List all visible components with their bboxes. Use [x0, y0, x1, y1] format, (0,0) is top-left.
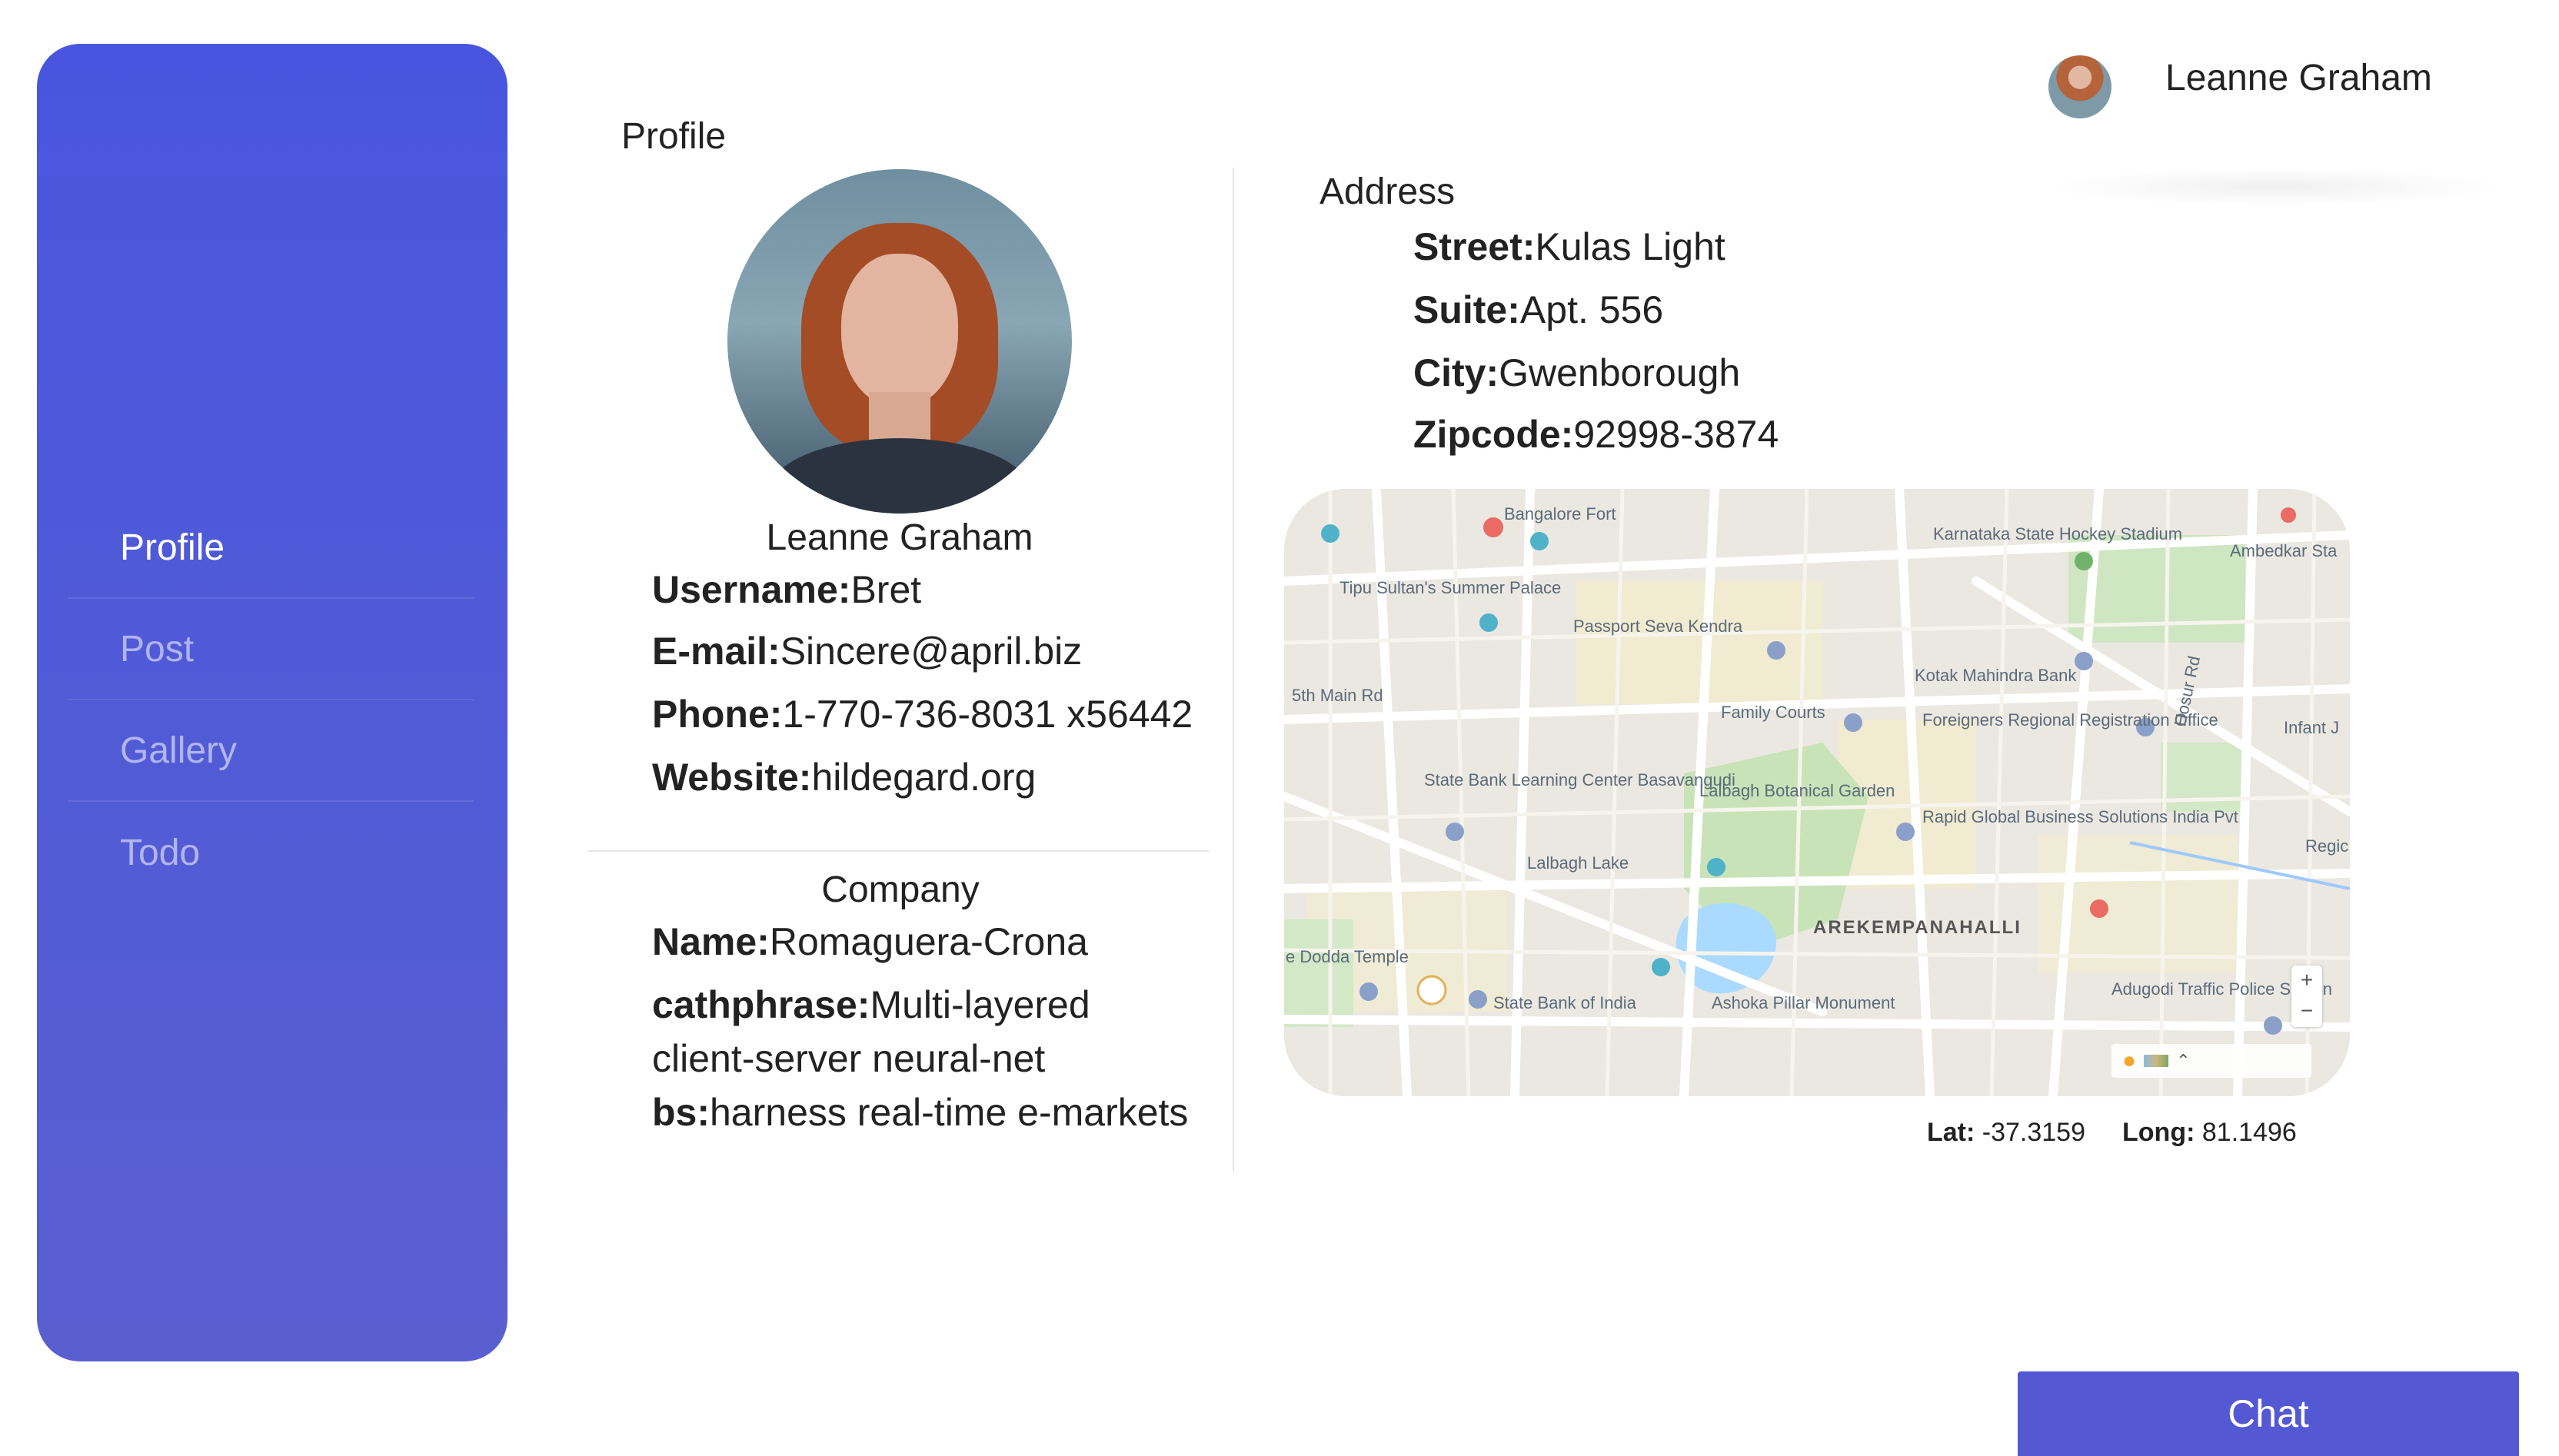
catchphrase-row-line2: client-server neural-net: [652, 1036, 1045, 1081]
street-value: Kulas Light: [1535, 225, 1725, 268]
zipcode-label: Zipcode:: [1413, 413, 1574, 456]
catchphrase-row: cathphrase:Multi-layered: [652, 982, 1090, 1027]
zipcode-value: 92998-3874: [1573, 413, 1779, 456]
avatar: [2048, 55, 2111, 118]
profile-photo: [727, 169, 1072, 514]
username-row: Username:Bret: [652, 567, 921, 612]
map-label: 5th Main Rd: [1292, 686, 1383, 705]
street-label: Street:: [1413, 225, 1536, 268]
map-label: Lalbagh Lake: [1527, 853, 1629, 873]
catchphrase-value-line2: client-server neural-net: [652, 1037, 1046, 1080]
map-zoom-control[interactable]: + −: [2291, 966, 2322, 1027]
map-canvas[interactable]: Bangalore Fort Tipu Sultan's Summer Pala…: [1284, 489, 2350, 1096]
map-label: Infant J: [2284, 718, 2339, 737]
map-label: Rapid Global Business Solutions India Pv…: [1922, 807, 2238, 826]
sidebar-item-gallery[interactable]: Gallery: [68, 700, 474, 802]
map-label: Passport Seva Kendra: [1573, 617, 1743, 636]
city-label: City:: [1413, 351, 1499, 394]
lat-label: Lat:: [1927, 1118, 1975, 1147]
website-label: Website:: [652, 756, 812, 799]
bs-value: harness real-time e-markets: [710, 1091, 1189, 1134]
map-label: Lalbagh Botanical Garden: [1699, 781, 1895, 800]
company-name-value: Romaguera-Crona: [769, 920, 1088, 963]
suite-value: Apt. 556: [1519, 288, 1664, 331]
map-label: Family Courts: [1721, 703, 1825, 722]
user-menu[interactable]: Leanne Graham: [2045, 51, 2522, 120]
address-section-title: Address: [1319, 171, 1456, 212]
username-value: Bret: [850, 568, 922, 611]
company-name-label: Name:: [652, 920, 770, 963]
email-row: E-mail:Sincere@april.biz: [652, 629, 1082, 673]
zipcode-row: Zipcode:92998-3874: [1413, 412, 1779, 457]
phone-value: 1-770-736-8031 x56442: [782, 693, 1193, 736]
username-label: Username:: [652, 568, 851, 611]
map-label: Bangalore Fort: [1504, 504, 1616, 524]
map-label: AREKEMPANAHALLI: [1813, 917, 2022, 938]
website-row: Website:hildegard.org: [652, 755, 1036, 799]
city-value: Gwenborough: [1499, 351, 1741, 394]
city-row: City:Gwenborough: [1413, 351, 1740, 395]
phone-label: Phone:: [652, 693, 783, 736]
sidebar-item-profile[interactable]: Profile: [68, 497, 474, 599]
map-label: Ambedkar Sta: [2230, 541, 2338, 560]
company-name-row: Name:Romaguera-Crona: [652, 919, 1088, 964]
lat-value: -37.3159: [1982, 1118, 2086, 1147]
suite-label: Suite:: [1413, 288, 1520, 331]
map-label: e Dodda Temple: [1286, 947, 1409, 966]
street-row: Street:Kulas Light: [1413, 224, 1725, 269]
suite-row: Suite:Apt. 556: [1413, 288, 1663, 332]
email-label: E-mail:: [652, 630, 780, 673]
sidebar-nav: Profile Post Gallery Todo: [68, 497, 474, 903]
expand-icon[interactable]: ⌃: [2176, 1051, 2190, 1071]
profile-name: Leanne Graham: [766, 517, 1033, 558]
column-divider: [1233, 168, 1234, 1172]
map-street-view-bar[interactable]: ● ⌃: [2111, 1044, 2311, 1078]
map-label: State Bank Learning Center Basavangudi: [1424, 770, 1735, 789]
long-label: Long:: [2122, 1118, 2195, 1147]
catchphrase-label: cathphrase:: [652, 983, 870, 1026]
long-value: 81.1496: [2201, 1118, 2297, 1147]
profile-section-title: Profile: [621, 116, 727, 157]
map-label: Tipu Sultan's Summer Palace: [1339, 578, 1561, 597]
zoom-in-button[interactable]: +: [2291, 966, 2322, 996]
map-label: Kotak Mahindra Bank: [1915, 666, 2077, 685]
bs-label: bs:: [652, 1091, 710, 1134]
map-type-thumbnail[interactable]: [2144, 1055, 2169, 1067]
sidebar-item-todo[interactable]: Todo: [68, 802, 474, 903]
email-value: Sincere@april.biz: [780, 630, 1083, 673]
bs-row: bs:harness real-time e-markets: [652, 1090, 1188, 1135]
zoom-out-button[interactable]: −: [2291, 996, 2322, 1027]
address-map[interactable]: Bangalore Fort Tipu Sultan's Summer Pala…: [1284, 489, 2350, 1096]
map-label: Karnataka State Hockey Stadium: [1933, 524, 2182, 544]
map-label: Ashoka Pillar Monument: [1712, 993, 1895, 1012]
sidebar: Profile Post Gallery Todo: [37, 44, 507, 1361]
user-menu-shadow: [2045, 168, 2507, 206]
profile-divider: [587, 850, 1209, 852]
map-label: Regic: [2305, 836, 2348, 856]
phone-row: Phone:1-770-736-8031 x56442: [652, 692, 1193, 736]
catchphrase-value-line1: Multi-layered: [870, 983, 1090, 1026]
chat-button[interactable]: Chat: [2018, 1371, 2519, 1456]
sidebar-item-post[interactable]: Post: [68, 599, 474, 700]
website-value: hildegard.org: [811, 756, 1037, 799]
company-section-title: Company: [821, 869, 980, 910]
map-coordinates: Lat: -37.3159 Long: 81.1496: [1927, 1118, 2297, 1148]
user-name: Leanne Graham: [2165, 58, 2432, 98]
pegman-icon[interactable]: ●: [2122, 1048, 2136, 1074]
map-label: State Bank of India: [1493, 993, 1637, 1012]
